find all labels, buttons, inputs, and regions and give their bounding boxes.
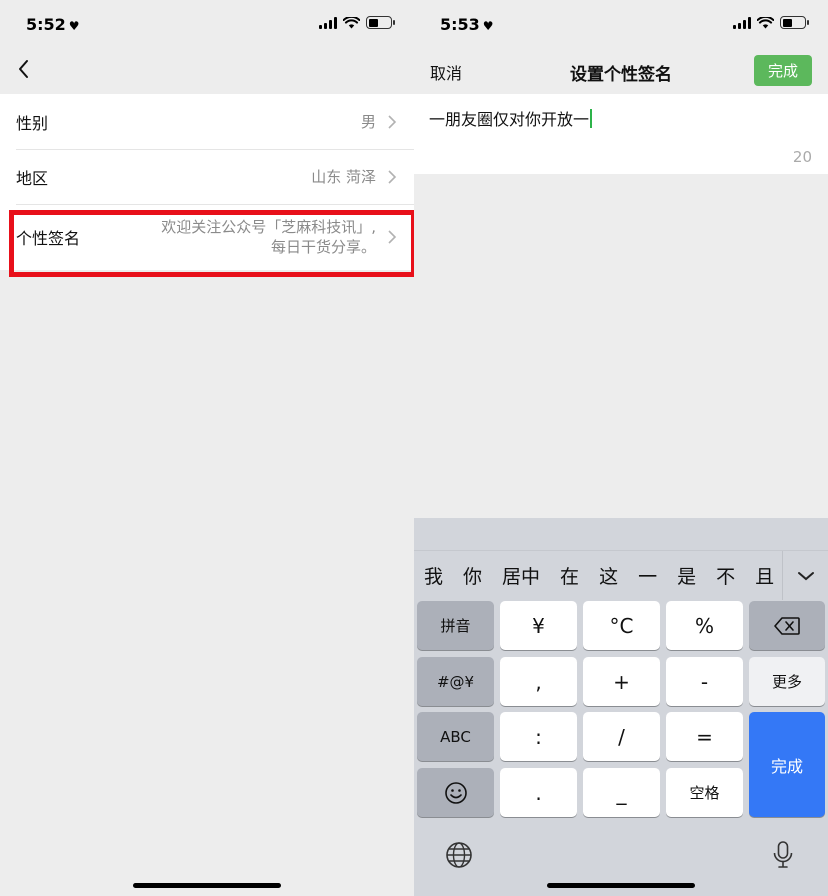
row-label: 地区	[16, 168, 49, 188]
battery-icon	[366, 16, 395, 29]
candidate-item[interactable]: 是	[677, 562, 696, 589]
keyboard-done-button[interactable]: 完成	[749, 712, 825, 817]
emoji-icon	[444, 781, 467, 804]
signature-edit-screen: 5:53 ♥ 取消 设置个性签名 完成 一朋友圈仅对你开放一 20 我 你 居中…	[414, 0, 828, 896]
key-comma[interactable]: ,	[500, 657, 577, 706]
status-icons	[319, 16, 395, 29]
row-region[interactable]: 地区 山东 菏泽	[0, 149, 414, 204]
candidate-bar: 我 你 居中 在 这 一 是 不 且	[414, 550, 828, 600]
heart-icon: ♥	[68, 19, 80, 33]
home-indicator	[547, 883, 695, 888]
signature-input-text: 一朋友圈仅对你开放一	[429, 106, 593, 130]
key-symbols[interactable]: #@¥	[417, 657, 494, 706]
highlight-box	[9, 210, 414, 277]
chevron-right-icon	[388, 114, 397, 129]
space-key[interactable]: 空格	[666, 768, 743, 817]
back-chevron-icon[interactable]	[12, 54, 42, 84]
time-text: 5:52	[26, 15, 66, 34]
row-gender[interactable]: 性别 男	[0, 94, 414, 149]
keyboard: 我 你 居中 在 这 一 是 不 且 拼音 ¥ °C % #@¥ , + - 更…	[414, 518, 828, 896]
status-bar: 5:53 ♥	[414, 0, 828, 48]
key-underscore[interactable]: _	[583, 768, 660, 817]
delete-key[interactable]	[749, 601, 825, 650]
candidate-item[interactable]: 你	[463, 562, 482, 589]
time-text: 5:53	[440, 15, 480, 34]
chevron-right-icon	[388, 169, 397, 184]
done-button[interactable]: 完成	[754, 55, 812, 86]
row-value: 男	[360, 112, 376, 131]
heart-icon: ♥	[482, 19, 494, 33]
key-abc[interactable]: ABC	[417, 712, 494, 761]
candidate-item[interactable]: 居中	[502, 562, 540, 589]
status-icons	[733, 16, 809, 29]
row-value: 山东 菏泽	[311, 167, 376, 186]
key-percent[interactable]: %	[666, 601, 743, 650]
key-colon[interactable]: :	[500, 712, 577, 761]
candidate-item[interactable]: 且	[755, 562, 774, 589]
key-equals[interactable]: =	[666, 712, 743, 761]
key-slash[interactable]: /	[583, 712, 660, 761]
signature-text: 一朋友圈仅对你开放一	[429, 110, 590, 129]
emoji-key[interactable]	[417, 768, 494, 817]
row-label: 性别	[16, 113, 49, 133]
keyboard-top-band	[414, 518, 828, 550]
candidate-item[interactable]: 我	[424, 562, 443, 589]
text-caret	[590, 109, 593, 128]
wifi-icon	[343, 16, 360, 28]
status-time: 5:52 ♥	[26, 15, 80, 34]
key-yen[interactable]: ¥	[500, 601, 577, 650]
profile-screen: 5:52 ♥ 性别 男 地区 山东 菏泽 个性签名 欢迎关注公众号「芝麻科技讯」…	[0, 0, 414, 896]
expand-candidates-button[interactable]	[782, 551, 828, 600]
key-more[interactable]: 更多	[749, 657, 825, 706]
candidate-item[interactable]: 一	[638, 562, 657, 589]
status-time: 5:53 ♥	[440, 15, 494, 34]
globe-icon[interactable]	[444, 840, 474, 870]
candidate-item[interactable]: 这	[599, 562, 618, 589]
key-period[interactable]: .	[500, 768, 577, 817]
signature-input[interactable]: 一朋友圈仅对你开放一 20	[414, 94, 828, 174]
signal-icon	[319, 16, 337, 29]
status-bar: 5:52 ♥	[0, 0, 414, 48]
candidate-item[interactable]: 不	[716, 562, 735, 589]
home-indicator	[133, 883, 281, 888]
key-celsius[interactable]: °C	[583, 601, 660, 650]
chevron-down-icon	[797, 571, 814, 580]
microphone-icon[interactable]	[772, 840, 794, 870]
key-minus[interactable]: -	[666, 657, 743, 706]
candidate-list: 我 你 居中 在 这 一 是 不 且	[414, 551, 782, 600]
char-counter: 20	[792, 148, 812, 166]
wifi-icon	[757, 16, 774, 28]
key-plus[interactable]: +	[583, 657, 660, 706]
signal-icon	[733, 16, 751, 29]
key-pinyin[interactable]: 拼音	[417, 601, 494, 650]
battery-icon	[780, 16, 809, 29]
candidate-item[interactable]: 在	[560, 562, 579, 589]
delete-icon	[774, 616, 800, 635]
